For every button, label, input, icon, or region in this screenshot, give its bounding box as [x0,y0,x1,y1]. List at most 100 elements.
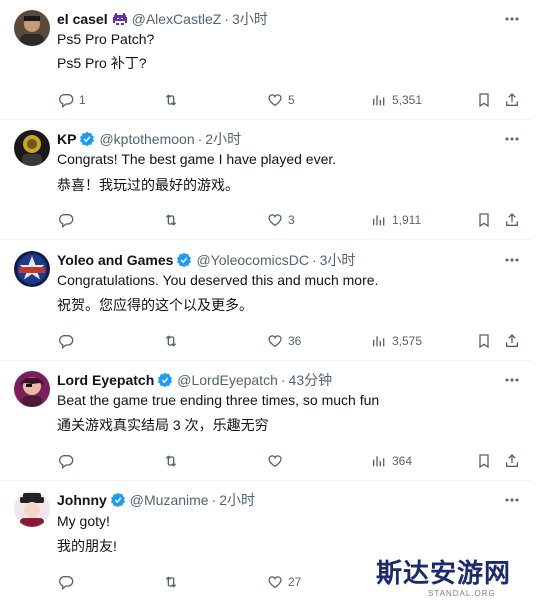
display-name[interactable]: Yoleo and Games [57,252,173,268]
like-button[interactable]: 5 [267,91,295,109]
share-icon [506,93,518,106]
verified-icon [79,131,95,147]
reply-icon [59,335,74,349]
avatar[interactable] [14,491,50,527]
avatar[interactable] [14,130,50,166]
retweet-button[interactable] [163,91,184,109]
like-icon [268,576,282,589]
reply-button[interactable]: 1 [58,91,86,109]
retweet-icon [165,455,177,467]
timestamp[interactable]: 3小时 [232,9,268,29]
watermark-url: STANDAL.ORG [428,589,496,598]
display-name[interactable]: KP [57,131,76,147]
reply-button[interactable] [58,332,79,350]
user-handle[interactable]: @Muzanime [130,492,209,508]
retweet-button[interactable] [163,211,184,229]
user-handle[interactable]: @YoleocomicsDC [196,252,309,268]
reply-icon [59,214,74,228]
timestamp[interactable]: 3小时 [320,250,356,270]
display-name[interactable]: el casel [57,11,108,27]
tweet-header: el casel @AlexCastleZ · 3小时 [57,9,268,29]
bookmark-icon [479,213,489,228]
space-invader-icon [112,11,128,27]
tweet-translation: Ps5 Pro 补丁? [57,55,147,71]
retweet-button[interactable] [163,452,184,470]
avatar[interactable] [14,371,50,407]
action-bar: 3 1,911 [0,211,550,229]
tweet-header: Lord Eyepatch @LordEyepatch · 43分钟 [57,370,332,390]
view-count: 364 [392,454,413,468]
like-icon [268,94,282,107]
display-name[interactable]: Johnny [57,492,107,508]
timestamp[interactable]: 43分钟 [289,370,333,390]
tweet-header: Johnny @Muzanime · 2小时 [57,490,255,510]
avatar[interactable] [14,10,50,46]
tweet-divider [0,360,532,361]
more-icon[interactable] [505,9,519,29]
share-button[interactable] [504,452,520,470]
view-count: 3,575 [392,334,423,348]
views-button[interactable]: 5,351 [371,91,422,109]
views-button[interactable]: 3,575 [371,332,422,350]
verified-icon [110,492,126,508]
like-count: 27 [288,575,302,589]
timestamp[interactable]: 2小时 [205,129,241,149]
bookmark-button[interactable] [476,452,492,470]
like-icon [268,214,282,227]
share-button[interactable] [504,211,520,229]
retweet-button[interactable] [163,573,184,591]
more-icon[interactable] [505,370,519,390]
views-icon [373,215,385,226]
view-count: 5,351 [392,93,423,107]
reply-icon [59,576,74,590]
avatar[interactable] [14,251,50,287]
like-button[interactable]: 27 [267,573,301,591]
user-handle[interactable]: @kptothemoon [99,131,194,147]
tweet-translation: 我的朋友! [57,538,117,554]
views-button[interactable]: 1,911 [371,211,421,229]
verified-icon [157,372,173,388]
tweet-divider [0,119,532,120]
tweet-header: KP @kptothemoon · 2小时 [57,129,241,149]
separator-dot: · [211,492,217,508]
more-icon[interactable] [505,250,519,270]
separator-dot: · [197,131,203,147]
separator-dot: · [224,11,229,27]
views-button[interactable]: 364 [371,452,412,470]
views-icon [373,95,385,106]
tweet-header: Yoleo and Games @YoleocomicsDC · 3小时 [57,250,355,270]
action-bar: 1 5 5,351 [0,91,550,109]
share-button[interactable] [504,332,520,350]
verified-icon [176,252,192,268]
like-count: 5 [288,93,295,107]
more-icon[interactable] [505,129,519,149]
reply-button[interactable] [58,211,79,229]
user-handle[interactable]: @AlexCastleZ [132,11,222,27]
more-icon[interactable] [505,490,519,510]
retweet-button[interactable] [163,332,184,350]
bookmark-icon [479,454,489,469]
reply-icon [59,94,74,108]
user-handle[interactable]: @LordEyepatch [177,372,278,388]
reply-button[interactable] [58,573,79,591]
like-button[interactable]: 3 [267,211,295,229]
tweet-text: Congrats! The best game I have played ev… [57,151,337,167]
tweet-text: Congratulations. You deserved this and m… [57,272,379,288]
bookmark-button[interactable] [476,91,492,109]
retweet-icon [165,94,177,106]
tweet-translation: 祝贺。您应得的这个以及更多。 [57,297,253,313]
bookmark-button[interactable] [476,332,492,350]
like-button[interactable]: 36 [267,332,301,350]
share-icon [506,454,518,467]
bookmark-button[interactable] [476,211,492,229]
view-count: 1,911 [392,213,422,227]
separator-dot: · [280,372,286,388]
like-button[interactable] [267,452,288,470]
tweet-translation: 恭喜！我玩过的最好的游戏。 [57,177,239,193]
share-button[interactable] [504,91,520,109]
timestamp[interactable]: 2小时 [219,490,255,510]
reply-button[interactable] [58,452,79,470]
display-name[interactable]: Lord Eyepatch [57,372,154,388]
action-bar: 364 [0,452,550,470]
like-icon [268,335,282,348]
